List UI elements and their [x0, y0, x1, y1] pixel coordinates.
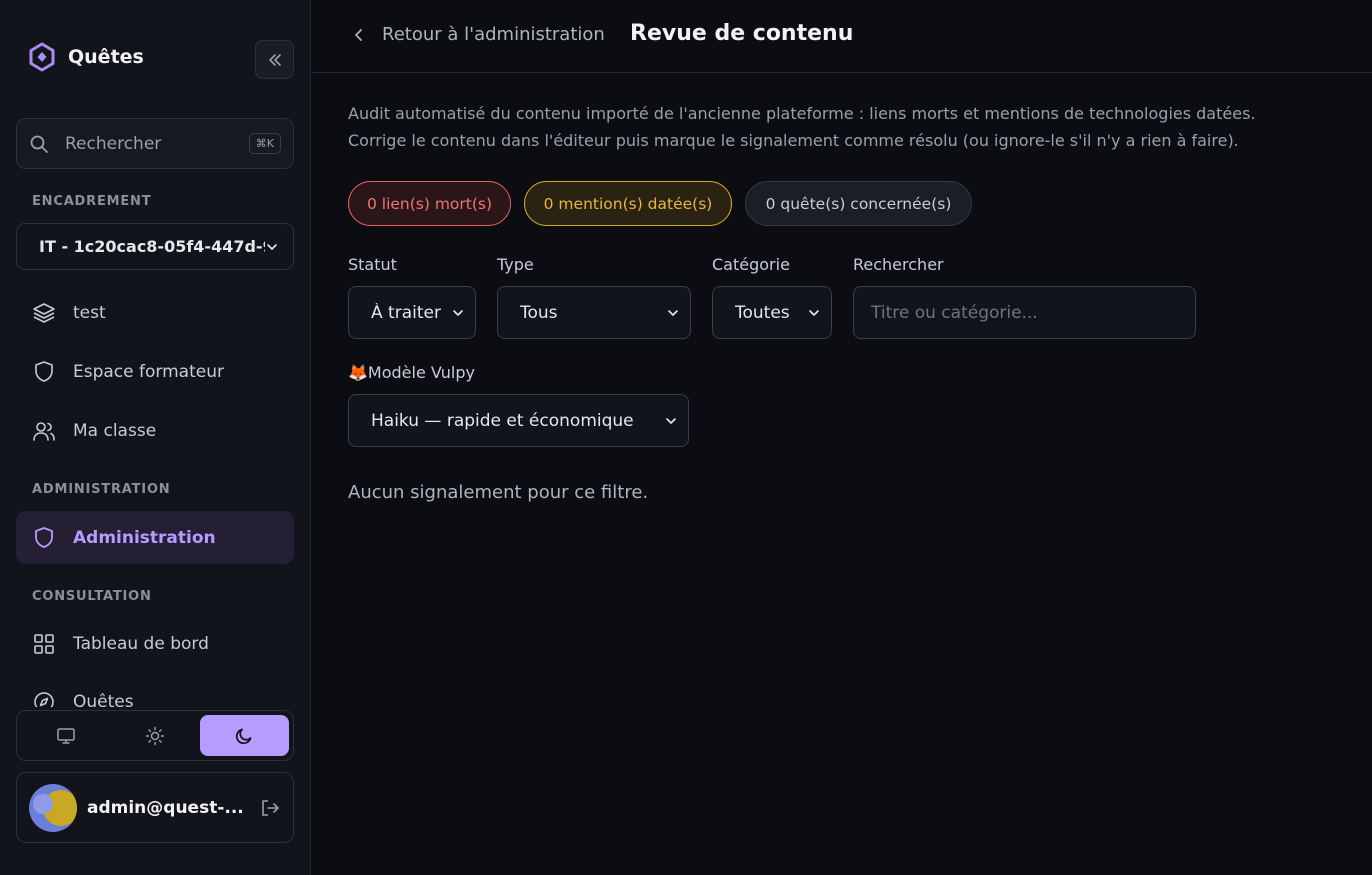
chevron-down-icon: [668, 309, 678, 316]
chevron-down-icon: [666, 417, 676, 424]
sidebar: Quêtes Rechercher ⌘K ENCADREMENT IT - 1c…: [0, 0, 311, 875]
theme-dark-button[interactable]: [199, 715, 289, 756]
model-select-value: Haiku — rapide et économique: [371, 410, 634, 431]
sidebar-search[interactable]: Rechercher ⌘K: [16, 118, 294, 169]
empty-state-message: Aucun signalement pour ce filtre.: [348, 482, 649, 503]
chevron-down-icon: [453, 309, 463, 316]
sidebar-item-quetes[interactable]: Quêtes: [16, 685, 294, 707]
sidebar-item-label: Tableau de bord: [73, 633, 209, 654]
nav-overflow: Quêtes: [0, 685, 311, 707]
sidebar-item-tableau-de-bord[interactable]: Tableau de bord: [16, 617, 294, 670]
app-name: Quêtes: [68, 46, 144, 68]
theme-system-button[interactable]: [21, 715, 110, 756]
sidebar-item-label: Espace formateur: [73, 361, 224, 382]
type-filter-value: Tous: [520, 302, 558, 323]
logout-icon[interactable]: [259, 797, 281, 819]
chevrons-left-icon: [268, 53, 281, 66]
type-filter-select[interactable]: Tous: [497, 286, 691, 339]
sidebar-item-ma-classe[interactable]: Ma classe: [16, 404, 294, 457]
users-icon: [33, 421, 55, 441]
moon-icon: [236, 728, 252, 744]
search-filter-input[interactable]: Titre ou catégorie...: [853, 286, 1196, 339]
page-description: Audit automatisé du contenu importé de l…: [348, 104, 1256, 150]
theme-light-button[interactable]: [110, 715, 199, 756]
grid-icon: [34, 633, 54, 654]
model-select[interactable]: Haiku — rapide et économique: [348, 394, 689, 447]
category-filter-select[interactable]: Toutes: [712, 286, 832, 339]
compass-icon: [34, 691, 54, 707]
model-label: 🦊Modèle Vulpy: [348, 363, 475, 382]
sidebar-item-label: Administration: [73, 527, 216, 548]
sidebar-item-espace-formateur[interactable]: Espace formateur: [16, 345, 294, 398]
dated-mentions-badge: 0 mention(s) datée(s): [524, 181, 732, 226]
user-card[interactable]: admin@quest-...: [16, 772, 294, 843]
search-filter-label: Rechercher: [853, 255, 944, 274]
status-filter-value: À traiter: [371, 302, 441, 323]
dead-links-badge: 0 lien(s) mort(s): [348, 181, 511, 226]
org-select[interactable]: IT - 1c20cac8-05f4-447d-9: [16, 223, 294, 270]
monitor-icon: [56, 727, 75, 744]
sidebar-item-label: test: [73, 302, 106, 323]
back-to-admin-link[interactable]: Retour à l'administration: [352, 24, 605, 45]
org-select-value: IT - 1c20cac8-05f4-447d-9: [39, 237, 265, 256]
theme-switcher: [16, 710, 294, 761]
layers-icon: [33, 302, 55, 323]
chevron-down-icon: [809, 309, 819, 316]
sidebar-item-test[interactable]: test: [16, 286, 294, 339]
chevron-left-icon: [355, 28, 362, 41]
category-filter-label: Catégorie: [712, 255, 790, 274]
brand[interactable]: Quêtes: [28, 42, 144, 72]
affected-quests-badge: 0 quête(s) concernée(s): [745, 181, 972, 226]
status-filter-select[interactable]: À traiter: [348, 286, 476, 339]
section-encadrement: ENCADREMENT: [32, 194, 152, 209]
quetes-logo-icon: [29, 42, 55, 72]
sidebar-item-administration[interactable]: Administration: [16, 511, 294, 564]
page-title: Revue de contenu: [630, 21, 854, 46]
search-label: Rechercher: [65, 133, 162, 154]
category-filter-value: Toutes: [735, 302, 790, 323]
page-header: Retour à l'administration Revue de conte…: [312, 0, 1372, 73]
status-filter-label: Statut: [348, 255, 397, 274]
section-consultation: CONSULTATION: [32, 589, 152, 604]
sun-icon: [145, 726, 165, 745]
shield-icon: [35, 526, 53, 548]
sidebar-item-label: Quêtes: [73, 691, 134, 708]
user-email: admin@quest-...: [87, 797, 244, 818]
shield-icon: [35, 360, 53, 382]
section-administration: ADMINISTRATION: [32, 482, 171, 497]
chevron-down-icon: [267, 243, 277, 250]
collapse-sidebar-button[interactable]: [255, 40, 294, 79]
type-filter-label: Type: [497, 255, 534, 274]
search-shortcut: ⌘K: [248, 133, 281, 154]
search-icon: [30, 135, 48, 153]
avatar: [29, 783, 77, 832]
sidebar-item-label: Ma classe: [73, 420, 157, 441]
back-link-label: Retour à l'administration: [382, 24, 605, 45]
